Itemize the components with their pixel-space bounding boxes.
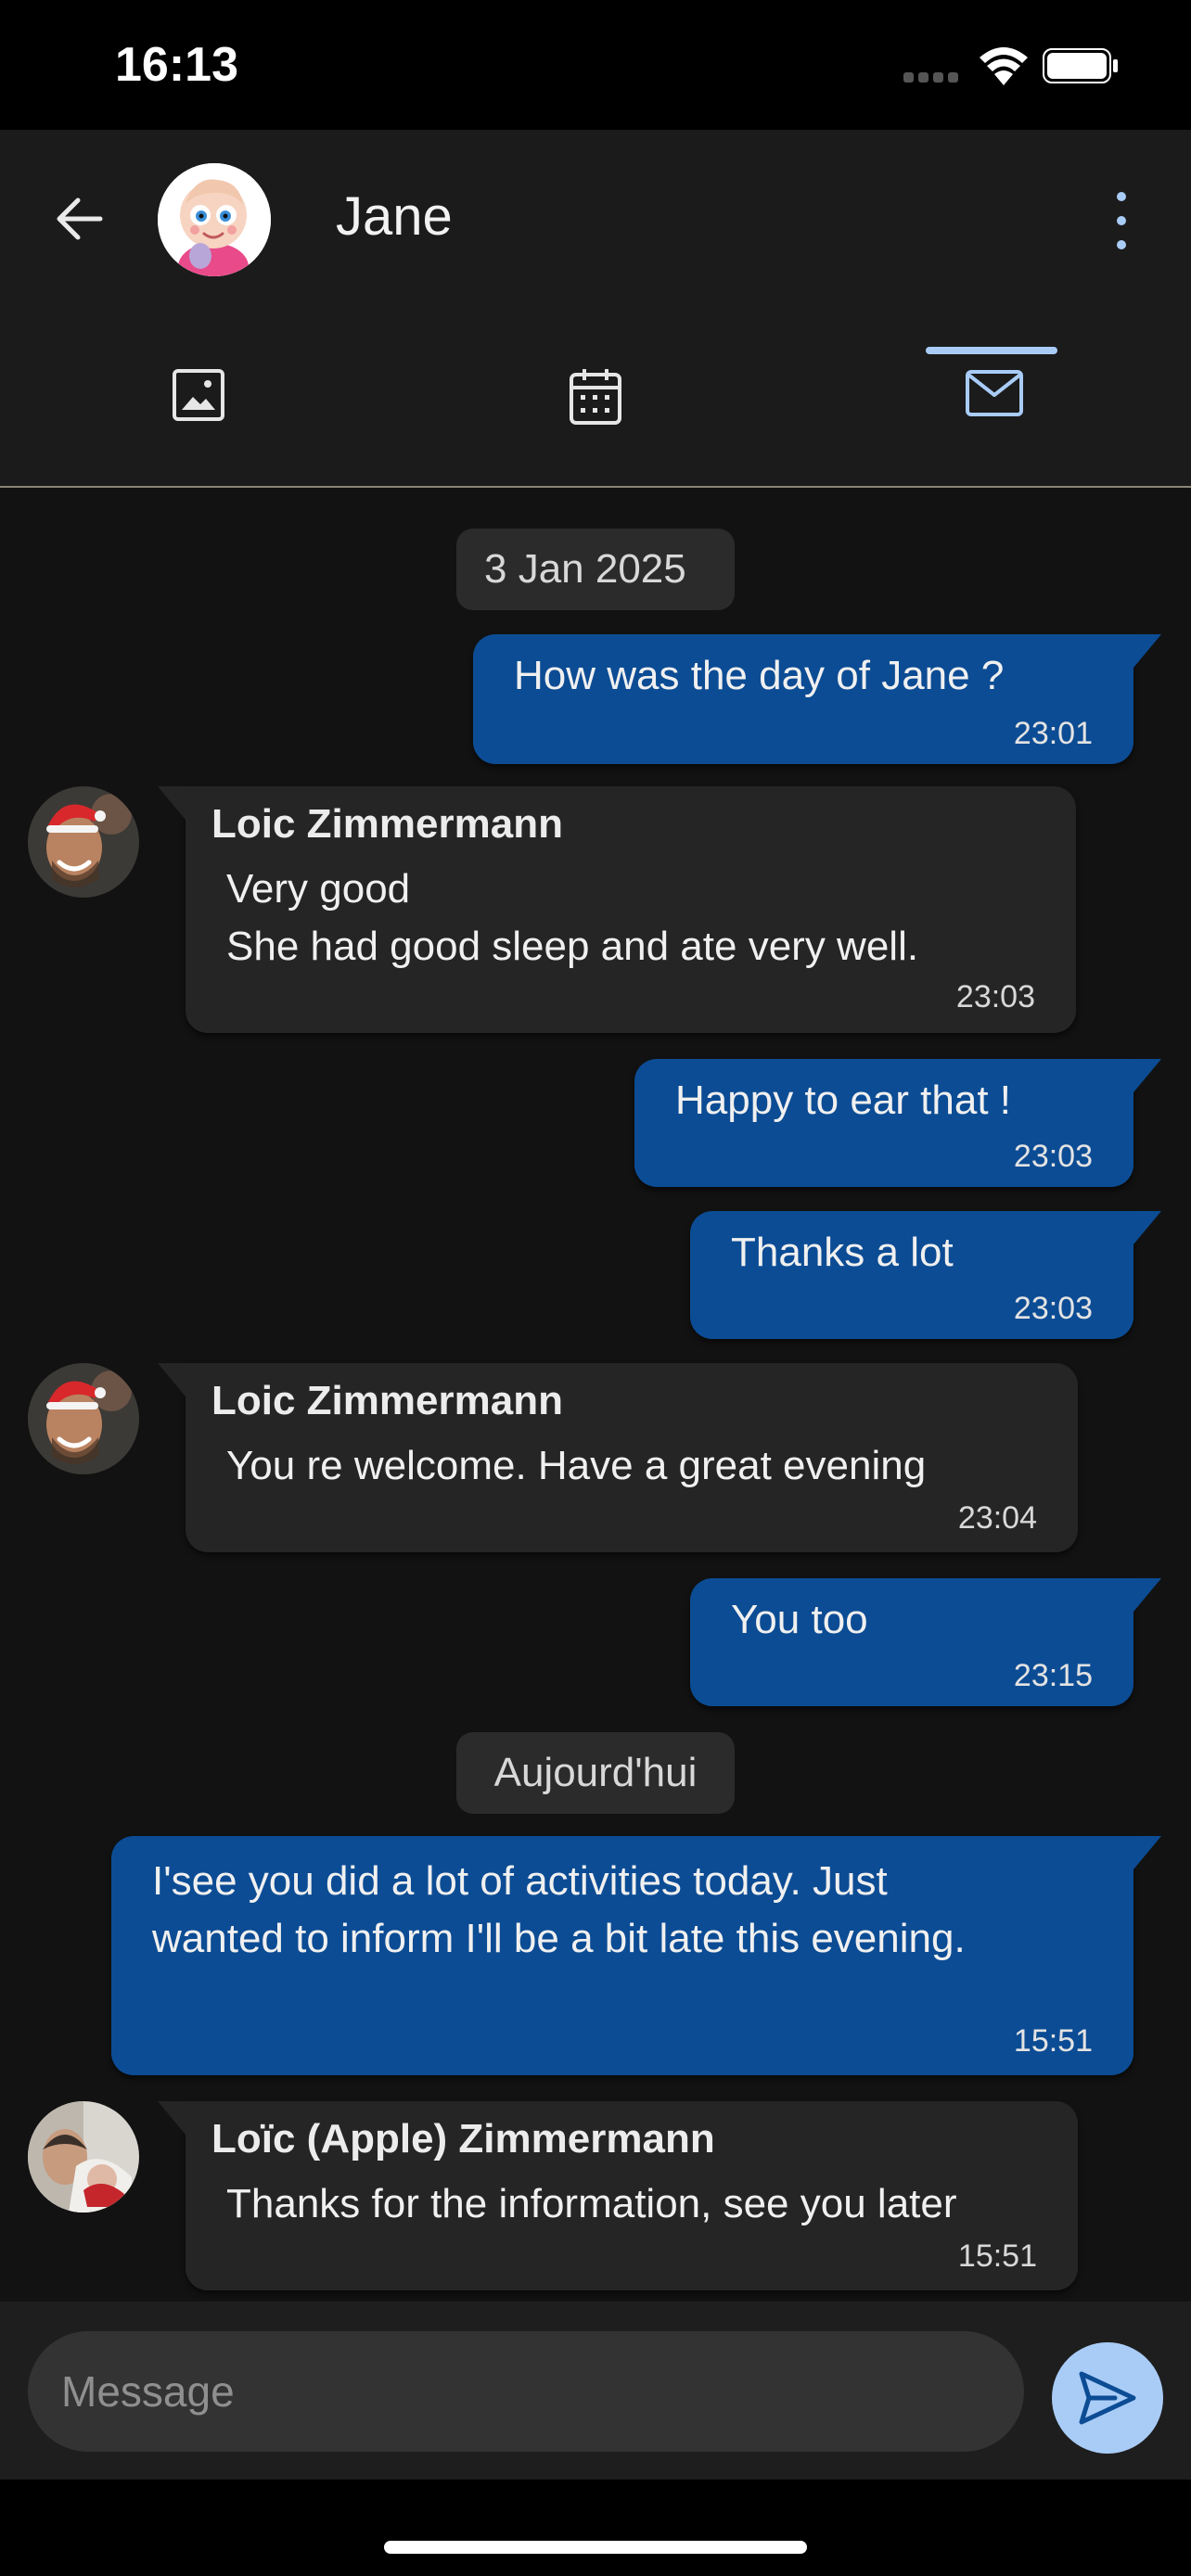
- message-text: I'see you did a lot of activities today.…: [152, 1858, 966, 1961]
- status-bar: 16:13: [0, 0, 1191, 130]
- active-tab-indicator: [926, 347, 1057, 354]
- message-bubble-outgoing[interactable]: How was the day of Jane ? 23:01: [473, 634, 1161, 764]
- message-time: 15:51: [957, 2238, 1037, 2274]
- more-vert-icon: [1117, 192, 1126, 249]
- message-bubble-outgoing[interactable]: Happy to ear that ! 23:03: [634, 1059, 1161, 1187]
- message-bubble-outgoing[interactable]: Thanks a lot 23:03: [690, 1211, 1161, 1339]
- message-text: You re welcome. Have a great evening: [226, 1443, 927, 1488]
- chat-list[interactable]: 3 Jan 2025 How was the day of Jane ? 23:…: [0, 488, 1191, 2302]
- send-button[interactable]: [1052, 2342, 1163, 2454]
- calendar-icon: [570, 369, 621, 425]
- send-icon: [1079, 2371, 1136, 2425]
- sender-avatar[interactable]: [28, 1363, 139, 1474]
- status-time: 16:13: [115, 38, 238, 92]
- message-time: 23:03: [955, 979, 1035, 1014]
- sender-name: Loic Zimmermann: [211, 801, 563, 847]
- message-time: 15:51: [1013, 2023, 1093, 2059]
- message-time: 23:15: [1013, 1658, 1093, 1693]
- arrow-left-icon: [57, 198, 103, 240]
- home-area: [0, 2480, 1191, 2576]
- more-options-button[interactable]: [1089, 184, 1154, 258]
- person-photo: [28, 1363, 139, 1474]
- sender-avatar[interactable]: [28, 786, 139, 898]
- battery-icon: [1043, 48, 1118, 83]
- tab-calendar[interactable]: [397, 325, 794, 488]
- message-bubble-incoming[interactable]: Loic Zimmermann Very good She had good s…: [158, 786, 1076, 1033]
- message-bubble-outgoing[interactable]: You too 23:15: [690, 1578, 1161, 1706]
- message-time: 23:03: [1013, 1291, 1093, 1326]
- person-photo: [28, 2101, 139, 2213]
- message-composer: [0, 2302, 1191, 2480]
- person-photo: [28, 786, 139, 898]
- mail-icon: [966, 370, 1023, 416]
- sender-name: Loic Zimmermann: [211, 1378, 563, 1423]
- message-text: How was the day of Jane ?: [514, 653, 1005, 698]
- message-time: 23:01: [1013, 716, 1093, 751]
- contact-avatar[interactable]: [158, 163, 271, 276]
- signal-icon: [903, 72, 959, 83]
- baby-avatar-image: [158, 163, 271, 276]
- message-input[interactable]: [28, 2331, 1024, 2452]
- home-indicator[interactable]: [384, 2541, 807, 2554]
- message-text: You too: [731, 1597, 868, 1642]
- contact-name: Jane: [336, 186, 453, 247]
- wifi-icon: [980, 47, 1028, 85]
- sender-avatar[interactable]: [28, 2101, 139, 2213]
- tab-photos[interactable]: [0, 325, 397, 488]
- message-text: Thanks for the information, see you late…: [226, 2181, 957, 2226]
- back-button[interactable]: [46, 185, 113, 252]
- date-separator: Aujourd'hui: [456, 1732, 735, 1814]
- message-bubble-incoming[interactable]: Loïc (Apple) Zimmermann Thanks for the i…: [158, 2101, 1078, 2290]
- app-bar: Jane: [0, 130, 1191, 488]
- sender-name: Loïc (Apple) Zimmermann: [211, 2116, 715, 2162]
- message-bubble-incoming[interactable]: Loic Zimmermann You re welcome. Have a g…: [158, 1363, 1078, 1552]
- message-text: Very good She had good sleep and ate ver…: [226, 866, 919, 969]
- date-separator: 3 Jan 2025: [456, 529, 735, 610]
- image-icon: [173, 369, 224, 421]
- message-text: Thanks a lot: [731, 1230, 954, 1275]
- message-time: 23:04: [957, 1500, 1037, 1536]
- message-time: 23:03: [1013, 1139, 1093, 1174]
- message-text: Happy to ear that !: [675, 1078, 1011, 1123]
- message-bubble-outgoing[interactable]: I'see you did a lot of activities today.…: [111, 1836, 1161, 2075]
